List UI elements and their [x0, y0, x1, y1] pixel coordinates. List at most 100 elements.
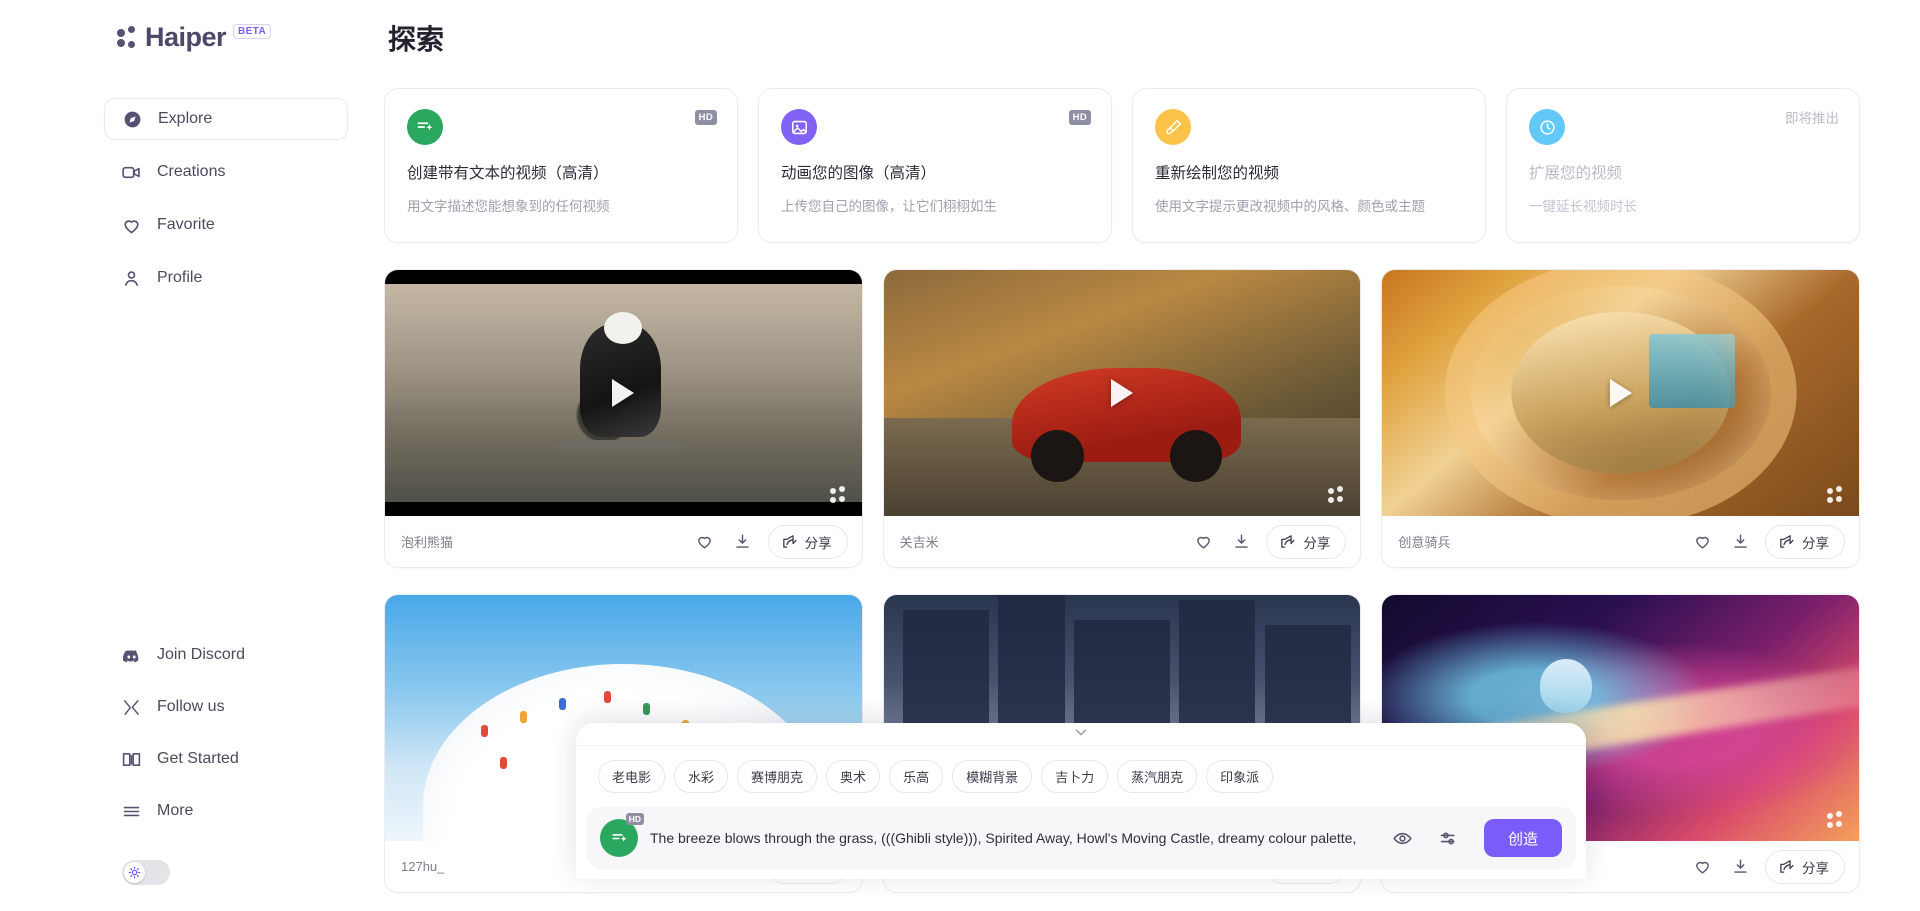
- share-button[interactable]: 分享: [767, 524, 848, 559]
- haiper-watermark-icon: [829, 486, 848, 504]
- book-icon: [120, 748, 142, 770]
- user-icon: [120, 267, 142, 289]
- style-tag[interactable]: 赛博朋克: [737, 760, 818, 793]
- prompt-input[interactable]: The breeze blows through the grass, (((G…: [650, 830, 1374, 846]
- favorite-button[interactable]: [1685, 850, 1719, 884]
- prompt-mode-button[interactable]: HD: [600, 813, 644, 857]
- style-tag[interactable]: 水彩: [674, 760, 729, 793]
- feature-card-text-to-video[interactable]: HD 创建带有文本的视频（高清） 用文字描述您能想象到的任何视频: [384, 88, 738, 243]
- share-button[interactable]: 分享: [1266, 524, 1347, 559]
- sidebar-item-label: Get Started: [157, 750, 239, 767]
- sidebar-item-follow-us[interactable]: Follow us: [104, 686, 348, 728]
- feature-card-subtitle: 用文字描述您能想象到的任何视频: [407, 199, 610, 214]
- video-card-actions: 创意骑兵 分享: [1382, 516, 1859, 567]
- feature-card-animate-image[interactable]: HD 动画您的图像（高清） 上传您自己的图像，让它们栩栩如生: [758, 88, 1112, 243]
- create-button[interactable]: 创造: [1483, 819, 1562, 857]
- brand-name: Haiper: [145, 22, 227, 52]
- style-tag[interactable]: 吉卜力: [1041, 760, 1109, 793]
- page-title: 探索: [388, 24, 445, 55]
- video-card-actions: 关吉米 分享: [884, 516, 1361, 567]
- chevron-down-icon: [1072, 723, 1090, 746]
- favorite-button[interactable]: [688, 525, 722, 559]
- sidebar-item-creations[interactable]: Creations: [104, 151, 348, 193]
- sidebar: Haiper BETA Explore Creations Favorite P…: [0, 0, 384, 911]
- video-author: 泡利熊猫: [401, 535, 454, 550]
- video-thumbnail[interactable]: [385, 270, 862, 516]
- style-tag[interactable]: 老电影: [598, 760, 666, 793]
- sidebar-item-label: Join Discord: [157, 646, 246, 663]
- sidebar-item-get-started[interactable]: Get Started: [104, 738, 348, 780]
- video-camera-icon: [120, 161, 142, 183]
- sidebar-item-more[interactable]: More: [104, 790, 348, 832]
- sidebar-item-label: Favorite: [157, 216, 215, 233]
- beta-badge: BETA: [233, 24, 272, 39]
- style-tag[interactable]: 印象派: [1206, 760, 1274, 793]
- brand[interactable]: Haiper BETA: [0, 18, 384, 70]
- feature-card-repaint-video[interactable]: 重新绘制您的视频 使用文字提示更改视频中的风格、颜色或主题: [1132, 88, 1486, 243]
- share-label: 分享: [804, 535, 832, 551]
- sun-icon: [124, 862, 145, 883]
- sidebar-item-explore[interactable]: Explore: [104, 98, 348, 140]
- video-author: 创意骑兵: [1398, 535, 1451, 550]
- app-root: Haiper BETA Explore Creations Favorite P…: [0, 0, 1920, 911]
- feature-card-row: HD 创建带有文本的视频（高清） 用文字描述您能想象到的任何视频 HD 动画您的…: [384, 88, 1860, 243]
- video-author: 关吉米: [899, 535, 939, 550]
- video-card-actions: 泡利熊猫 分享: [385, 516, 862, 567]
- collapse-panel-button[interactable]: [576, 723, 1586, 745]
- menu-icon: [120, 800, 142, 822]
- feature-card-title: 重新绘制您的视频: [1155, 165, 1280, 182]
- video-card: 泡利熊猫 分享: [384, 269, 863, 568]
- video-card: 关吉米 分享: [882, 269, 1362, 568]
- style-tag[interactable]: 奥术: [826, 760, 881, 793]
- sidebar-item-favorite[interactable]: Favorite: [104, 204, 348, 246]
- settings-button[interactable]: [1432, 821, 1466, 855]
- style-tag[interactable]: 蒸汽朋克: [1117, 760, 1198, 793]
- favorite-button[interactable]: [1685, 525, 1719, 559]
- haiper-logo-icon: [116, 25, 140, 50]
- sidebar-secondary-nav: Join Discord Follow us Get Started More: [0, 634, 384, 842]
- preview-button[interactable]: [1386, 821, 1420, 855]
- feature-card-title: 创建带有文本的视频（高清）: [407, 165, 609, 182]
- download-button[interactable]: [1723, 850, 1757, 884]
- video-thumbnail[interactable]: [883, 270, 1361, 516]
- image-icon: [781, 109, 817, 145]
- feature-card-subtitle: 上传您自己的图像，让它们栩栩如生: [781, 199, 997, 214]
- download-button[interactable]: [726, 525, 760, 559]
- share-button[interactable]: 分享: [1765, 524, 1846, 559]
- haiper-watermark-icon: [1328, 486, 1346, 504]
- heart-icon: [120, 214, 142, 236]
- feature-card-subtitle: 一键延长视频时长: [1529, 199, 1637, 214]
- style-tag[interactable]: 乐高: [889, 760, 944, 793]
- hd-badge: HD: [694, 110, 717, 125]
- clock-icon: [1529, 109, 1565, 145]
- video-card: 创意骑兵 分享: [1381, 269, 1861, 568]
- download-button[interactable]: [1224, 525, 1258, 559]
- paint-brush-icon: [1155, 109, 1191, 145]
- style-tag[interactable]: 模糊背景: [952, 760, 1033, 793]
- prompt-input-row: HD The breeze blows through the grass, (…: [586, 807, 1576, 869]
- video-thumbnail[interactable]: [1382, 270, 1860, 516]
- share-button[interactable]: 分享: [1765, 849, 1846, 884]
- feature-card-extend-video: 即将推出 扩展您的视频 一键延长视频时长: [1506, 88, 1860, 243]
- sidebar-item-profile[interactable]: Profile: [104, 257, 348, 299]
- haiper-watermark-icon: [1827, 486, 1845, 504]
- discord-icon: [120, 644, 142, 666]
- sidebar-item-label: Profile: [157, 269, 203, 286]
- play-icon: [612, 379, 635, 407]
- share-label: 分享: [1802, 535, 1830, 551]
- sidebar-item-label: More: [157, 802, 194, 819]
- hd-badge: HD: [1068, 110, 1091, 125]
- feature-card-title: 动画您的图像（高清）: [781, 165, 937, 182]
- share-label: 分享: [1303, 535, 1331, 551]
- favorite-button[interactable]: [1186, 525, 1220, 559]
- video-grid-row-1: 泡利熊猫 分享 关吉米 分享 创意骑兵 分享: [384, 269, 1861, 568]
- x-twitter-icon: [120, 696, 142, 718]
- coming-soon-badge: 即将推出: [1785, 111, 1839, 126]
- play-icon: [1111, 379, 1133, 407]
- sidebar-item-label: Follow us: [157, 698, 225, 715]
- download-button[interactable]: [1723, 525, 1757, 559]
- theme-toggle[interactable]: [122, 860, 170, 885]
- sidebar-item-join-discord[interactable]: Join Discord: [104, 634, 348, 676]
- share-label: 分享: [1802, 860, 1830, 876]
